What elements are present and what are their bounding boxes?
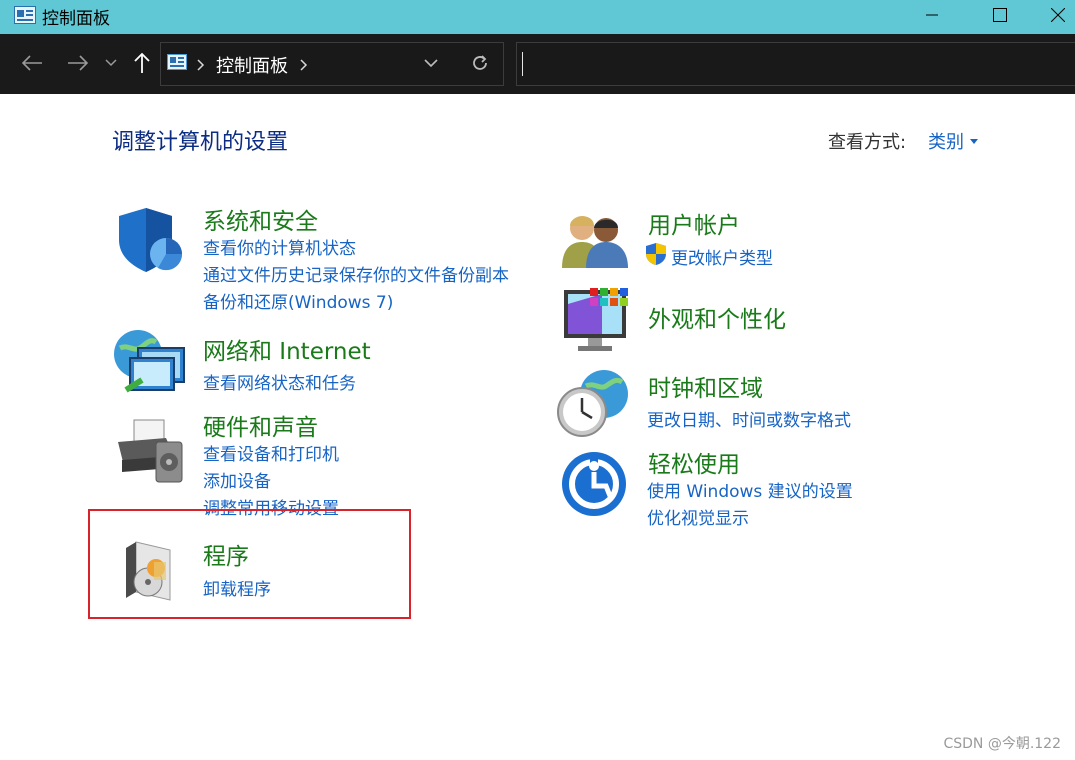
link-optimize-visual-display[interactable]: 优化视觉显示: [647, 504, 749, 529]
text-cursor: [522, 52, 523, 76]
user-accounts-icon[interactable]: [560, 210, 630, 270]
link-file-history-backup[interactable]: 通过文件历史记录保存你的文件备份副本: [203, 261, 509, 286]
forward-button[interactable]: [62, 48, 94, 78]
address-dropdown-chevron-icon[interactable]: [418, 48, 444, 78]
category-clock-region[interactable]: 时钟和区域: [648, 369, 763, 403]
link-add-device[interactable]: 添加设备: [203, 467, 271, 492]
category-system-security[interactable]: 系统和安全: [203, 202, 318, 236]
search-input[interactable]: [516, 42, 1075, 86]
refresh-button[interactable]: [466, 48, 494, 78]
uac-shield-icon: [645, 242, 667, 266]
link-change-account-type[interactable]: 更改帐户类型: [671, 244, 773, 269]
link-view-network-status[interactable]: 查看网络状态和任务: [203, 369, 356, 394]
maximize-button[interactable]: [977, 0, 1023, 30]
category-user-accounts[interactable]: 用户帐户: [648, 206, 740, 240]
link-change-date-time-format[interactable]: 更改日期、时间或数字格式: [647, 406, 851, 431]
link-view-computer-status[interactable]: 查看你的计算机状态: [203, 234, 356, 259]
back-button[interactable]: [16, 48, 48, 78]
up-button[interactable]: [128, 48, 156, 78]
view-by-value: 类别: [928, 132, 964, 153]
link-backup-restore[interactable]: 备份和还原(Windows 7): [203, 288, 393, 313]
network-globe-icon[interactable]: [112, 328, 188, 398]
ease-of-access-icon[interactable]: [560, 450, 628, 518]
clock-globe-icon[interactable]: [556, 368, 632, 440]
window-title: 控制面板: [42, 9, 110, 29]
category-ease-of-access[interactable]: 轻松使用: [648, 445, 740, 479]
breadcrumb-control-panel[interactable]: 控制面板: [216, 52, 288, 78]
control-panel-breadcrumb-icon: [167, 54, 187, 70]
view-by-label: 查看方式:: [828, 132, 907, 153]
highlight-box: [88, 509, 411, 619]
printer-speaker-icon[interactable]: [112, 416, 188, 484]
category-network-internet[interactable]: 网络和 Internet: [203, 332, 371, 366]
close-button[interactable]: [1040, 0, 1075, 30]
shield-icon[interactable]: [114, 206, 184, 276]
view-by-dropdown[interactable]: 类别: [928, 128, 978, 154]
link-view-devices-printers[interactable]: 查看设备和打印机: [203, 440, 339, 465]
watermark-text: CSDN @今朝.122: [943, 736, 1061, 752]
category-appearance[interactable]: 外观和个性化: [648, 300, 786, 334]
dropdown-arrow-icon: [970, 138, 978, 144]
appearance-monitor-icon[interactable]: [562, 286, 632, 354]
page-title: 调整计算机的设置: [112, 130, 289, 155]
address-bar[interactable]: [160, 42, 504, 86]
minimize-button[interactable]: [909, 0, 955, 30]
breadcrumb-separator-icon[interactable]: [300, 56, 308, 75]
control-panel-app-icon: [14, 6, 36, 24]
link-windows-recommended-settings[interactable]: 使用 Windows 建议的设置: [647, 477, 853, 502]
category-hardware-sound[interactable]: 硬件和声音: [203, 408, 318, 442]
recent-locations-chevron-icon[interactable]: [100, 48, 122, 78]
breadcrumb-separator-icon[interactable]: [197, 56, 205, 75]
